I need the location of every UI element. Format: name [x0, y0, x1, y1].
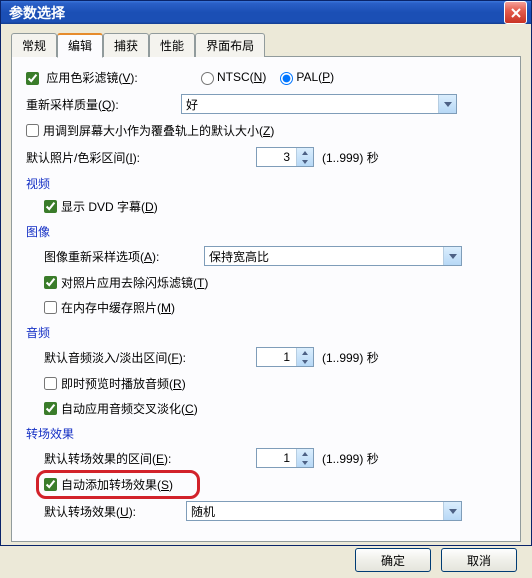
chevron-down-icon [443, 502, 461, 520]
tab-capture[interactable]: 捕获 [103, 33, 149, 57]
apply-color-filter-checkbox[interactable] [26, 72, 39, 85]
default-transition-select[interactable]: 随机 [186, 501, 462, 521]
section-audio: 音频 [26, 324, 506, 341]
instant-preview-label: 即时预览时播放音频(R) [61, 375, 186, 392]
chevron-down-icon [438, 95, 456, 113]
tab-edit[interactable]: 编辑 [57, 33, 103, 58]
tab-panel-edit: 应用色彩滤镜(V): NTSC(N) PAL(P) 重新采样质量(Q): 好 用… [11, 56, 521, 542]
spin-up-icon[interactable] [302, 449, 308, 458]
spin-down-icon[interactable] [302, 357, 308, 366]
auto-add-transition-checkbox[interactable] [44, 478, 57, 491]
show-dvd-subtitle-label: 显示 DVD 字幕(D) [61, 198, 158, 215]
show-dvd-subtitle-checkbox[interactable] [44, 200, 57, 213]
interval-hint-3: (1..999) 秒 [322, 450, 379, 467]
cache-photos-label: 在内存中缓存照片(M) [61, 299, 175, 316]
default-photo-interval-value: 3 [257, 150, 296, 164]
interval-hint-2: (1..999) 秒 [322, 349, 379, 366]
dialog-buttons: 确定 取消 [11, 542, 521, 572]
tab-bar: 常规 编辑 捕获 性能 界面布局 [11, 32, 521, 56]
close-icon [511, 8, 521, 18]
image-resample-select[interactable]: 保持宽高比 [204, 246, 462, 266]
image-resample-label: 图像重新采样选项(A): [44, 248, 204, 265]
deflicker-checkbox[interactable] [44, 276, 57, 289]
section-video: 视频 [26, 175, 506, 192]
window-title: 参数选择 [9, 3, 504, 23]
apply-color-filter-label: 应用色彩滤镜(V): [46, 71, 137, 85]
section-image: 图像 [26, 223, 506, 240]
resize-default-label: 用调到屏幕大小作为覆叠轨上的默认大小(Z) [43, 122, 274, 139]
close-button[interactable] [504, 1, 527, 24]
spin-down-icon[interactable] [302, 157, 308, 166]
chevron-down-icon [443, 247, 461, 265]
spin-up-icon[interactable] [302, 148, 308, 157]
transition-interval-label: 默认转场效果的区间(E): [44, 450, 256, 467]
default-transition-label: 默认转场效果(U): [44, 503, 186, 520]
resample-quality-label: 重新采样质量(Q): [26, 96, 181, 113]
spin-down-icon[interactable] [302, 458, 308, 467]
dialog-window: 参数选择 常规 编辑 捕获 性能 界面布局 应用色彩滤镜(V): NTSC(N)… [0, 0, 532, 546]
pal-radio-wrap[interactable]: PAL(P) [280, 70, 334, 84]
tab-general[interactable]: 常规 [11, 33, 57, 57]
spin-up-icon[interactable] [302, 348, 308, 357]
auto-add-transition-label: 自动添加转场效果(S) [61, 476, 173, 493]
resize-default-checkbox[interactable] [26, 124, 39, 137]
audio-fade-spin[interactable]: 1 [256, 347, 314, 367]
deflicker-label: 对照片应用去除闪烁滤镜(T) [61, 274, 208, 291]
default-photo-interval-spin[interactable]: 3 [256, 147, 314, 167]
titlebar: 参数选择 [1, 1, 531, 24]
resample-quality-value: 好 [186, 96, 198, 113]
section-transition: 转场效果 [26, 425, 506, 442]
auto-crossfade-checkbox[interactable] [44, 402, 57, 415]
instant-preview-checkbox[interactable] [44, 377, 57, 390]
pal-radio[interactable] [280, 72, 293, 85]
image-resample-value: 保持宽高比 [209, 248, 269, 265]
transition-interval-value: 1 [257, 451, 296, 465]
tab-performance[interactable]: 性能 [149, 33, 195, 57]
transition-interval-spin[interactable]: 1 [256, 448, 314, 468]
ntsc-radio[interactable] [201, 72, 214, 85]
audio-fade-value: 1 [257, 350, 296, 364]
tab-layout[interactable]: 界面布局 [195, 33, 265, 57]
audio-fade-label: 默认音频淡入/淡出区间(F): [44, 349, 256, 366]
ok-button[interactable]: 确定 [355, 548, 431, 572]
auto-crossfade-label: 自动应用音频交叉淡化(C) [61, 400, 198, 417]
cancel-button[interactable]: 取消 [441, 548, 517, 572]
default-photo-interval-label: 默认照片/色彩区间(I): [26, 149, 256, 166]
default-transition-value: 随机 [191, 503, 215, 520]
cache-photos-checkbox[interactable] [44, 301, 57, 314]
resample-quality-select[interactable]: 好 [181, 94, 457, 114]
interval-hint-1: (1..999) 秒 [322, 149, 379, 166]
ntsc-radio-wrap[interactable]: NTSC(N) [201, 70, 266, 84]
